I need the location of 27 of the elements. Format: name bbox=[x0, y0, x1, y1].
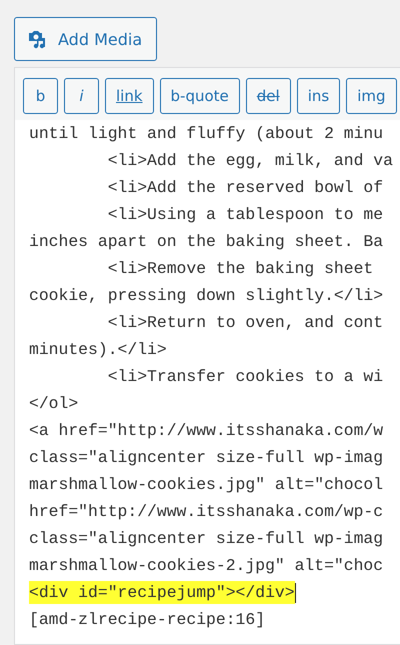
code-line: <li>Transfer cookies to a wi bbox=[106, 367, 384, 386]
format-button[interactable]: b bbox=[23, 78, 58, 114]
code-line: [amd-zlrecipe-recipe:16] bbox=[29, 610, 266, 629]
code-line: cookie, pressing down slightly.</li> bbox=[29, 286, 384, 305]
format-button[interactable]: ins bbox=[296, 78, 340, 114]
code-line: <li>Remove the baking sheet bbox=[106, 259, 374, 278]
code-line: marshmallow-cookies-2.jpg" alt="choc bbox=[29, 556, 384, 575]
code-line: class="aligncenter size-full wp-imag bbox=[29, 448, 384, 467]
format-button[interactable]: link bbox=[105, 78, 154, 114]
code-line: marshmallow-cookies.jpg" alt="chocol bbox=[29, 475, 384, 494]
code-line: until light and fluffy (about 2 minu bbox=[29, 124, 384, 143]
code-line: <li>Add the reserved bowl of bbox=[106, 178, 384, 197]
code-line: <li>Return to oven, and cont bbox=[106, 313, 384, 332]
format-button[interactable]: del bbox=[246, 78, 291, 114]
code-line: minutes).</li> bbox=[29, 340, 167, 359]
code-line: class="aligncenter size-full wp-imag bbox=[29, 529, 384, 548]
code-line: <a href="http://www.itsshanaka.com/w bbox=[29, 421, 384, 440]
code-line: inches apart on the baking sheet. Ba bbox=[29, 232, 384, 251]
code-line: <li>Using a tablespoon to me bbox=[106, 205, 384, 224]
format-button[interactable]: b-quote bbox=[160, 78, 240, 114]
code-line: </ol> bbox=[29, 394, 78, 413]
code-line: <li>Add the egg, milk, and va bbox=[106, 151, 393, 170]
format-button[interactable]: img bbox=[346, 78, 397, 114]
format-button[interactable]: i bbox=[64, 78, 99, 114]
add-media-button[interactable]: Add Media bbox=[14, 17, 158, 61]
code-line: href="http://www.itsshanaka.com/wp-c bbox=[29, 502, 384, 521]
text-cursor bbox=[294, 582, 296, 603]
